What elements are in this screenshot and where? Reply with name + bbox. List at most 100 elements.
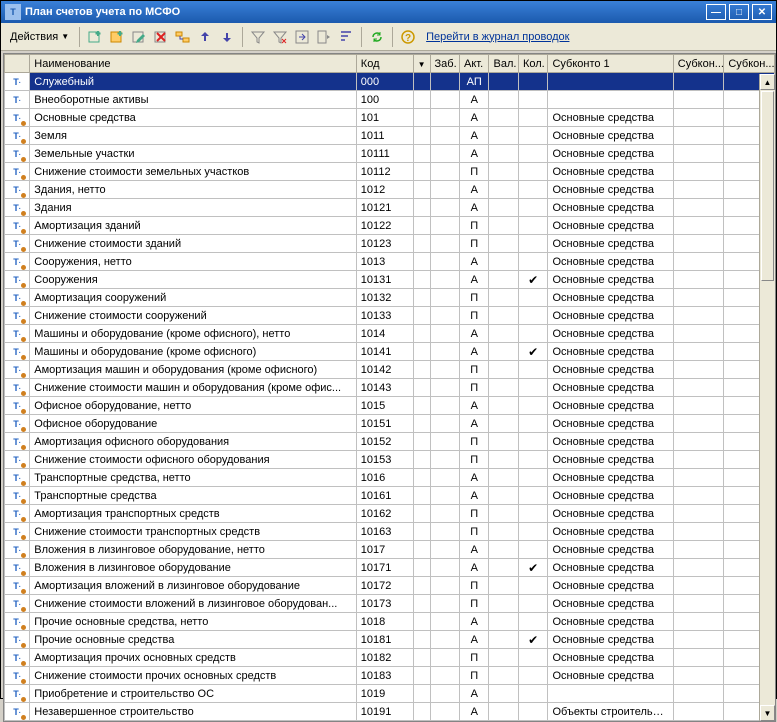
table-row[interactable]: T.Снижение стоимости машин и оборудовани… — [5, 379, 775, 397]
actions-menu[interactable]: Действия ▼ — [5, 28, 74, 46]
sort-icon[interactable] — [336, 27, 356, 47]
col-sub2[interactable]: Субкон... — [673, 55, 724, 73]
table-row[interactable]: T.Снижение стоимости транспортных средст… — [5, 523, 775, 541]
cell-sub1: Основные средства — [548, 559, 673, 577]
cell-sub1: Основные средства — [548, 613, 673, 631]
table-row[interactable]: T.Снижение стоимости сооружений10133ПОсн… — [5, 307, 775, 325]
table-row[interactable]: T.Амортизация машин и оборудования (кром… — [5, 361, 775, 379]
refresh-icon[interactable] — [367, 27, 387, 47]
table-row[interactable]: T.Внеоборотные активы100А — [5, 91, 775, 109]
help-icon[interactable]: ? — [398, 27, 418, 47]
vertical-scrollbar[interactable]: ▲ ▼ — [759, 74, 775, 721]
table-row[interactable]: T.Сооружения, нетто1013АОсновные средств… — [5, 253, 775, 271]
cell-name: Амортизация зданий — [30, 217, 357, 235]
scroll-up-button[interactable]: ▲ — [760, 74, 775, 90]
col-icon[interactable] — [5, 55, 30, 73]
cell-kol — [518, 109, 547, 127]
cell-dropdown — [413, 703, 430, 721]
table-row[interactable]: T.Амортизация сооружений10132ПОсновные с… — [5, 289, 775, 307]
table-row[interactable]: T.Амортизация офисного оборудования10152… — [5, 433, 775, 451]
cell-val — [489, 325, 518, 343]
close-button[interactable]: ✕ — [752, 4, 772, 20]
table-row[interactable]: T.Прочие основные средства, нетто1018АОс… — [5, 613, 775, 631]
cell-akt: А — [460, 703, 489, 721]
table-row[interactable]: T.Снижение стоимости земельных участков1… — [5, 163, 775, 181]
cell-code: 1016 — [356, 469, 413, 487]
col-code[interactable]: Код — [356, 55, 413, 73]
table-row[interactable]: T.Машины и оборудование (кроме офисного)… — [5, 343, 775, 361]
col-val[interactable]: Вал. — [489, 55, 518, 73]
maximize-button[interactable]: □ — [729, 4, 749, 20]
cell-dropdown — [413, 289, 430, 307]
cell-sub2 — [673, 541, 724, 559]
table-row[interactable]: T.Здания10121АОсновные средства — [5, 199, 775, 217]
cell-dropdown — [413, 145, 430, 163]
cell-sub1: Основные средства — [548, 199, 673, 217]
table-row[interactable]: T.Амортизация транспортных средств10162П… — [5, 505, 775, 523]
table-row[interactable]: T.Снижение стоимости офисного оборудован… — [5, 451, 775, 469]
add-icon[interactable] — [85, 27, 105, 47]
table-row[interactable]: T.Земля1011АОсновные средства — [5, 127, 775, 145]
filter-icon[interactable] — [248, 27, 268, 47]
goto-menu-icon[interactable] — [314, 27, 334, 47]
scroll-thumb[interactable] — [761, 91, 774, 281]
cell-sub2 — [673, 235, 724, 253]
account-icon: T. — [9, 399, 25, 413]
minimize-button[interactable]: — — [706, 4, 726, 20]
table-row[interactable]: T.Транспортные средства, нетто1016АОснов… — [5, 469, 775, 487]
table-row[interactable]: T.Вложения в лизинговое оборудование1017… — [5, 559, 775, 577]
separator — [79, 27, 80, 47]
cell-dropdown — [413, 379, 430, 397]
cell-code: 10171 — [356, 559, 413, 577]
col-sub3[interactable]: Субкон... — [724, 55, 775, 73]
account-icon: T. — [9, 291, 25, 305]
cell-val — [489, 577, 518, 595]
edit-icon[interactable] — [129, 27, 149, 47]
table-row[interactable]: T.Прочие основные средства10181А✔Основны… — [5, 631, 775, 649]
cell-val — [489, 145, 518, 163]
table-row[interactable]: T.Основные средства101АОсновные средства — [5, 109, 775, 127]
delete-icon[interactable] — [151, 27, 171, 47]
table-row[interactable]: T.Сооружения10131А✔Основные средства — [5, 271, 775, 289]
scroll-down-button[interactable]: ▼ — [760, 705, 775, 721]
table-row[interactable]: T.Амортизация прочих основных средств101… — [5, 649, 775, 667]
table-row[interactable]: T.Офисное оборудование, нетто1015АОсновн… — [5, 397, 775, 415]
table-row[interactable]: T.Снижение стоимости вложений в лизингов… — [5, 595, 775, 613]
col-name[interactable]: Наименование — [30, 55, 357, 73]
cell-name: Вложения в лизинговое оборудование, нетт… — [30, 541, 357, 559]
cell-zab — [430, 649, 459, 667]
table-row[interactable]: T.Приобретение и строительство ОС1019А — [5, 685, 775, 703]
table-row[interactable]: T.Незавершенное строительство10191АОбъек… — [5, 703, 775, 721]
table-row[interactable]: T.Машины и оборудование (кроме офисного)… — [5, 325, 775, 343]
table-row[interactable]: T.Транспортные средства10161АОсновные ср… — [5, 487, 775, 505]
table-row[interactable]: T.Офисное оборудование10151АОсновные сре… — [5, 415, 775, 433]
table-row[interactable]: T.Здания, нетто1012АОсновные средства — [5, 181, 775, 199]
col-akt[interactable]: Акт. — [460, 55, 489, 73]
move-icon[interactable] — [173, 27, 193, 47]
col-code-dropdown[interactable]: ▼ — [413, 55, 430, 73]
table-row[interactable]: T.Снижение стоимости прочих основных сре… — [5, 667, 775, 685]
cell-sub1: Основные средства — [548, 343, 673, 361]
table-row[interactable]: T.Служебный000АП — [5, 73, 775, 91]
goto-icon[interactable] — [292, 27, 312, 47]
toolbar: Действия ▼ ? Перейти в журнал проводок — [1, 23, 776, 51]
journal-link[interactable]: Перейти в журнал проводок — [420, 31, 569, 43]
cell-sub1: Основные средства — [548, 415, 673, 433]
level-down-icon[interactable] — [217, 27, 237, 47]
level-up-icon[interactable] — [195, 27, 215, 47]
col-sub1[interactable]: Субконто 1 — [548, 55, 673, 73]
add-group-icon[interactable] — [107, 27, 127, 47]
table-row[interactable]: T.Амортизация зданий10122ПОсновные средс… — [5, 217, 775, 235]
cell-code: 10153 — [356, 451, 413, 469]
table-row[interactable]: T.Снижение стоимости зданий10123ПОсновны… — [5, 235, 775, 253]
cell-sub2 — [673, 343, 724, 361]
col-zab[interactable]: Заб. — [430, 55, 459, 73]
table-row[interactable]: T.Амортизация вложений в лизинговое обор… — [5, 577, 775, 595]
account-icon: T. — [9, 525, 25, 539]
col-kol[interactable]: Кол. — [518, 55, 547, 73]
cell-name: Прочие основные средства — [30, 631, 357, 649]
table-row[interactable]: T.Вложения в лизинговое оборудование, не… — [5, 541, 775, 559]
filter-clear-icon[interactable] — [270, 27, 290, 47]
account-icon: T. — [9, 219, 25, 233]
table-row[interactable]: T.Земельные участки10111АОсновные средст… — [5, 145, 775, 163]
